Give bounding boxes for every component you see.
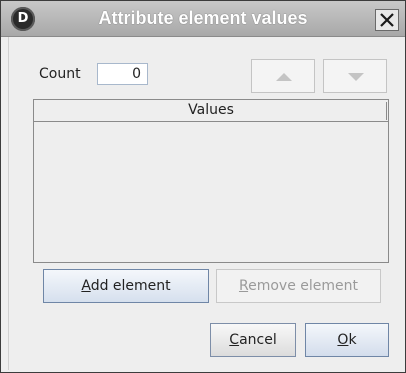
count-field: 0 [97,63,148,85]
move-up-button[interactable] [251,59,315,93]
ok-button[interactable]: Ok [305,323,389,357]
move-down-button[interactable] [323,59,387,93]
app-logo-letter: D [17,11,29,26]
add-label: dd element [90,278,171,294]
close-x-icon [380,13,394,27]
add-element-button[interactable]: Add element [43,269,209,303]
title-bar[interactable]: D Attribute element values [1,1,405,37]
triangle-up-icon [276,73,292,81]
cancel-button[interactable]: Cancel [210,323,296,357]
remove-label: emove element [248,278,358,294]
remove-mnemonic: R [238,278,249,294]
column-separator[interactable] [386,102,387,120]
dialog-title: Attribute element values [98,8,308,28]
ok-mnemonic: O [337,332,349,348]
triangle-down-icon [348,73,364,81]
table-body[interactable] [34,122,388,262]
ok-label: k [348,332,357,348]
app-logo-icon[interactable]: D [11,7,35,31]
values-table[interactable]: Values [33,99,389,263]
add-mnemonic: A [81,278,91,294]
cancel-mnemonic: C [229,332,240,348]
close-button[interactable] [375,9,399,31]
column-header-values[interactable]: Values [34,100,388,122]
count-label: Count [39,66,81,82]
remove-element-button[interactable]: Remove element [216,269,381,303]
dialog-window: D Attribute element values Count 0 Value… [0,0,406,373]
cancel-label: ancel [239,332,277,348]
column-header-label: Values [188,102,234,118]
